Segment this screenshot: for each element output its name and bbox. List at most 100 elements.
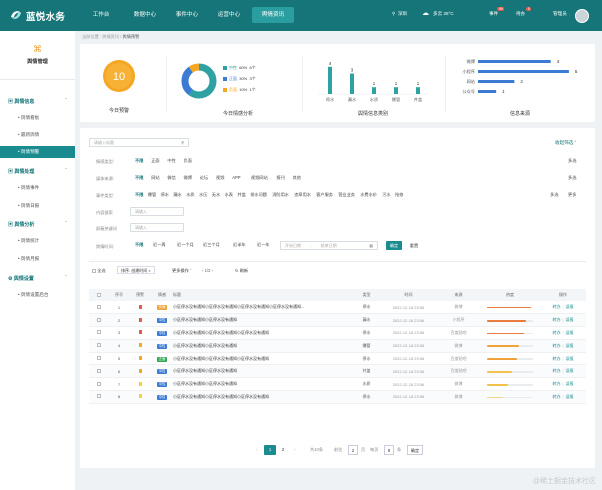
transfer-action[interactable]: 转办 (552, 317, 560, 322)
sidebar-group-analysis[interactable]: ▣ 舆情分析 ˆ (8, 221, 67, 228)
page-1-button[interactable]: 1 (264, 445, 276, 455)
transfer-action[interactable]: 转办 (552, 304, 560, 309)
nav-event-center[interactable]: 事件中心 (169, 7, 205, 23)
filter-option[interactable]: 客户服务 (316, 191, 333, 199)
more-options-toggle[interactable]: 更多 (568, 191, 576, 199)
sidebar-item-events[interactable]: • 舆情事件 (18, 185, 39, 191)
table-row[interactable]: 8 中性 小区停水没有通知小区停水没有通知小区停水没有通知 停水 2022-12-18 … (89, 390, 586, 404)
row-title[interactable]: 小区停水没有通知小区停水没有通知 (173, 364, 353, 379)
sort-dropdown[interactable]: 排序: 创建时间 × (117, 266, 155, 274)
row-checkbox[interactable] (97, 343, 101, 348)
filter-option[interactable]: 正面 (151, 157, 159, 165)
filter-option[interactable]: 污水 (382, 191, 390, 199)
transfer-action[interactable]: 转办 (552, 381, 560, 386)
page-indicator[interactable]: ‹ 1/3 › (202, 268, 213, 273)
content-search-input[interactable]: 请输入 (130, 207, 184, 216)
page-number-input[interactable]: 2 (348, 445, 358, 455)
crumb-item[interactable]: 当前位置 (82, 34, 99, 39)
sidebar-item-warning[interactable]: • 舆情预警 (0, 146, 75, 158)
per-page-input[interactable]: 8 (384, 445, 394, 455)
sidebar-item-latest[interactable]: • 最新舆情 (18, 132, 39, 138)
filter-option[interactable]: 违章用水 (294, 191, 311, 199)
table-row[interactable]: 1 负面 小区停水没有通知小区停水没有通知小区停水没有通知小区停水没有通知... 停水… (89, 301, 586, 315)
sidebar-item-board[interactable]: • 舆情看板 (18, 115, 39, 121)
filter-option[interactable]: 井盖 (237, 191, 245, 199)
filter-option[interactable]: 停水 (161, 191, 169, 199)
time-option[interactable]: 近一周 (153, 241, 166, 249)
row-title[interactable]: 小区停水没有通知小区停水没有通知小区停水没有通知小区停水没有通知... (173, 301, 353, 315)
date-range-input[interactable]: 开始日期 - 结束日期 ▦ (280, 241, 378, 250)
filter-option[interactable]: 水质 (186, 191, 194, 199)
time-option[interactable]: 近一年 (257, 241, 270, 249)
table-row[interactable]: 6 中性 小区停水没有通知小区停水没有通知 井盖 2022-12-18 23:56 百度贴… (89, 364, 586, 379)
nav-public-opinion[interactable]: 舆情资讯 (252, 7, 294, 23)
confirm-filter-button[interactable]: 确定 (386, 241, 402, 250)
sidebar-item-stats[interactable]: • 舆情统计 (18, 238, 39, 244)
filter-option[interactable]: 爆管 (148, 191, 156, 199)
transfer-action[interactable]: 转办 (552, 368, 560, 373)
table-row[interactable]: 4 中性 小区停水没有通知小区停水没有通知 爆管 2022-12-18 23:56 微博 转… (89, 339, 586, 353)
filter-option[interactable]: 水费水价 (360, 191, 377, 199)
filter-option[interactable]: 网站 (151, 174, 159, 182)
sidebar-item-monthly[interactable]: • 舆情月报 (18, 256, 39, 262)
nav-ops-center[interactable]: 运营中心 (211, 7, 247, 23)
page-2-button[interactable]: 2 (278, 445, 288, 455)
nav-data-center[interactable]: 数据中心 (127, 7, 163, 23)
filter-option[interactable]: 无水 (212, 191, 220, 199)
false-alarm-action[interactable]: 误报 (566, 394, 574, 399)
row-checkbox[interactable] (97, 368, 101, 373)
avatar[interactable] (575, 9, 589, 23)
row-checkbox[interactable] (97, 356, 101, 361)
filter-option[interactable]: 微博 (184, 174, 192, 182)
filter-option[interactable]: 中性 (167, 157, 175, 165)
table-row[interactable]: 2 中性 小区停水没有通知小区停水没有通知 漏水 2022-12-18 23:56 小程序… (89, 313, 586, 328)
filter-option[interactable]: 不限 (135, 157, 143, 165)
row-checkbox[interactable] (97, 381, 101, 386)
header-checkbox[interactable] (97, 292, 101, 297)
filter-option[interactable]: 水表 (225, 191, 233, 199)
row-checkbox[interactable] (97, 330, 101, 335)
false-alarm-action[interactable]: 误报 (566, 304, 574, 309)
collapse-filter-button[interactable]: 收起筛选 ˆ (555, 140, 576, 146)
row-checkbox[interactable] (97, 304, 101, 309)
row-title[interactable]: 小区停水没有通知小区停水没有通知 (173, 313, 353, 328)
sidebar-item-settings-admin[interactable]: • 舆情设置后台 (18, 292, 48, 298)
false-alarm-action[interactable]: 误报 (566, 368, 574, 373)
filter-option[interactable]: 漏水 (173, 191, 181, 199)
user-name[interactable]: 管理员 (553, 11, 567, 17)
sidebar-item-daily[interactable]: • 舆情日报 (18, 203, 39, 209)
exclude-keyword-input[interactable]: 请输入 (130, 223, 184, 232)
sidebar-group-info[interactable]: ▣ 舆情信息 ˆ (8, 98, 67, 105)
false-alarm-action[interactable]: 误报 (566, 343, 574, 348)
row-title[interactable]: 小区停水没有通知小区停水没有通知 (173, 339, 353, 353)
multi-select-toggle[interactable]: 多选 (568, 174, 576, 182)
filter-option[interactable]: 抢修 (395, 191, 403, 199)
filter-option[interactable]: 视频 (216, 174, 224, 182)
reset-filter-button[interactable]: 重置 (406, 241, 422, 250)
filter-option[interactable]: 微信 (167, 174, 175, 182)
false-alarm-action[interactable]: 误报 (566, 356, 574, 361)
more-actions-dropdown[interactable]: 更多操作 ˇ (172, 268, 191, 274)
search-input[interactable]: 请输入标题 ⚲ (89, 138, 189, 147)
time-option[interactable]: 不限 (135, 241, 143, 249)
time-option[interactable]: 近一个月 (177, 241, 194, 249)
transfer-action[interactable]: 转办 (552, 330, 560, 335)
sidebar-group-settings[interactable]: ⚙ 舆情设置 ˆ (8, 275, 67, 282)
filter-option[interactable]: 水压 (199, 191, 207, 199)
filter-option[interactable]: APP (232, 174, 240, 182)
refresh-button[interactable]: ↻ 刷新 (235, 268, 248, 274)
false-alarm-action[interactable]: 误报 (566, 330, 574, 335)
next-page-button[interactable]: › (290, 445, 300, 455)
filter-option[interactable]: 不限 (135, 174, 143, 182)
transfer-action[interactable]: 转办 (552, 343, 560, 348)
filter-option[interactable]: 消防用水 (272, 191, 289, 199)
time-option[interactable]: 近半年 (233, 241, 246, 249)
select-all-checkbox[interactable] (92, 268, 96, 273)
filter-option[interactable]: 不限 (135, 191, 143, 199)
table-row[interactable]: 7 中性 小区停水没有通知小区停水没有通知 水质 2022-12-18 23:56 微博 转… (89, 377, 586, 392)
row-title[interactable]: 小区停水没有通知小区停水没有通知小区停水没有通知 (173, 352, 353, 366)
row-checkbox[interactable] (97, 317, 101, 322)
filter-option[interactable]: 视频网站 (251, 174, 268, 182)
filter-option[interactable]: 报刊 (276, 174, 284, 182)
table-row[interactable]: 3 中性 小区停水没有通知小区停水没有通知小区停水没有通知 停水 2022-12-18 … (89, 326, 586, 340)
